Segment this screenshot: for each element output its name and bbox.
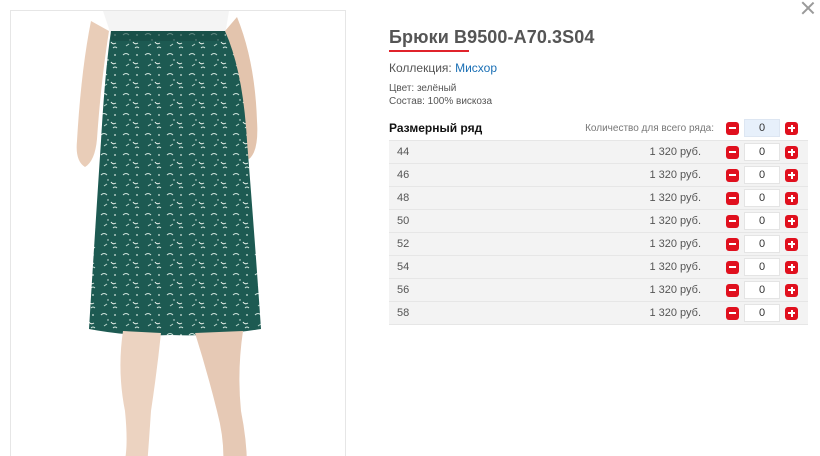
qty-input[interactable]	[744, 212, 780, 230]
size-value: 58	[397, 307, 410, 319]
minus-button[interactable]	[726, 306, 739, 320]
collection-link[interactable]: Мисхор	[455, 61, 497, 75]
qty-all-plus-button[interactable]	[785, 121, 798, 135]
size-value: 54	[397, 261, 410, 273]
minus-button[interactable]	[726, 260, 739, 274]
size-row: 48 1 320 руб.	[389, 187, 808, 210]
size-table: 44 1 320 руб. 46 1 320 руб. 48 1 320 руб…	[389, 140, 808, 325]
close-button[interactable]	[800, 0, 816, 16]
plus-button[interactable]	[785, 306, 798, 320]
size-price: 1 320 руб.	[649, 238, 701, 250]
plus-button[interactable]	[785, 191, 798, 205]
plus-button[interactable]	[785, 283, 798, 297]
sizes-heading: Размерный ряд	[389, 121, 483, 135]
size-value: 52	[397, 238, 410, 250]
size-value: 48	[397, 192, 410, 204]
size-row: 52 1 320 руб.	[389, 233, 808, 256]
qty-all-minus-button[interactable]	[726, 121, 739, 135]
size-price: 1 320 руб.	[649, 169, 701, 181]
size-price: 1 320 руб.	[649, 261, 701, 273]
minus-button[interactable]	[726, 214, 739, 228]
size-row: 54 1 320 руб.	[389, 256, 808, 279]
plus-button[interactable]	[785, 260, 798, 274]
qty-all-stepper	[726, 119, 798, 137]
product-title: Брюки B9500-A70.3S04	[389, 27, 595, 47]
collection-label: Коллекция:	[389, 61, 452, 75]
size-price: 1 320 руб.	[649, 215, 701, 227]
minus-button[interactable]	[726, 237, 739, 251]
qty-input[interactable]	[744, 143, 780, 161]
size-row: 50 1 320 руб.	[389, 210, 808, 233]
collection-line: Коллекция: Мисхор	[389, 61, 808, 75]
size-row: 44 1 320 руб.	[389, 141, 808, 164]
qty-stepper	[726, 235, 798, 253]
title-underline	[389, 50, 469, 52]
qty-stepper	[726, 143, 798, 161]
qty-stepper	[726, 166, 798, 184]
color-line: Цвет: зелёный	[389, 83, 457, 94]
minus-button[interactable]	[726, 168, 739, 182]
minus-button[interactable]	[726, 191, 739, 205]
size-price: 1 320 руб.	[649, 284, 701, 296]
qty-stepper	[726, 258, 798, 276]
qty-stepper	[726, 189, 798, 207]
size-header: Размерный ряд Количество для всего ряда:	[389, 118, 808, 138]
size-price: 1 320 руб.	[649, 307, 701, 319]
size-value: 44	[397, 146, 410, 158]
qty-all-label: Количество для всего ряда:	[585, 122, 714, 134]
size-price: 1 320 руб.	[649, 146, 701, 158]
product-photo	[10, 10, 346, 456]
qty-input[interactable]	[744, 235, 780, 253]
plus-button[interactable]	[785, 168, 798, 182]
size-value: 46	[397, 169, 410, 181]
minus-button[interactable]	[726, 283, 739, 297]
size-price: 1 320 руб.	[649, 192, 701, 204]
qty-input[interactable]	[744, 258, 780, 276]
plus-button[interactable]	[785, 214, 798, 228]
size-value: 56	[397, 284, 410, 296]
qty-input[interactable]	[744, 304, 780, 322]
plus-button[interactable]	[785, 237, 798, 251]
product-info: Брюки B9500-A70.3S04 Коллекция: Мисхор Ц…	[389, 25, 808, 325]
size-row: 58 1 320 руб.	[389, 302, 808, 325]
qty-input[interactable]	[744, 189, 780, 207]
qty-stepper	[726, 304, 798, 322]
minus-button[interactable]	[726, 145, 739, 159]
qty-input[interactable]	[744, 281, 780, 299]
size-row: 46 1 320 руб.	[389, 164, 808, 187]
qty-stepper	[726, 212, 798, 230]
size-value: 50	[397, 215, 410, 227]
product-meta: Цвет: зелёный Состав: 100% вискоза	[389, 82, 808, 108]
qty-input[interactable]	[744, 166, 780, 184]
composition-line: Состав: 100% вискоза	[389, 96, 493, 107]
plus-button[interactable]	[785, 145, 798, 159]
qty-all-input[interactable]	[744, 119, 780, 137]
size-row: 56 1 320 руб.	[389, 279, 808, 302]
qty-stepper	[726, 281, 798, 299]
